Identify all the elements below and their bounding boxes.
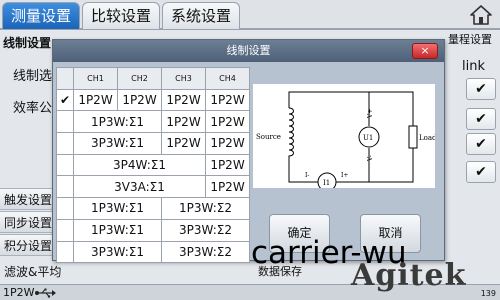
link-checkbox-4[interactable]: ✔ <box>466 161 496 183</box>
link-checkbox-2[interactable]: ✔ <box>466 108 496 130</box>
voltmeter-label: U1 <box>363 134 373 142</box>
table-cell[interactable]: 3P3W:Σ2 <box>161 218 250 242</box>
table-cell[interactable]: 1P2W <box>205 88 250 112</box>
sync-settings-button[interactable]: 同步设置 <box>0 211 58 233</box>
table-row[interactable]: 3P3W:Σ1 1P2W 1P2W <box>56 132 250 155</box>
close-button[interactable]: × <box>412 43 438 59</box>
table-cell[interactable]: 3P3W:Σ1 <box>73 132 162 155</box>
table-row[interactable]: 1P3W:Σ1 1P3W:Σ2 <box>56 197 250 220</box>
table-header-row: CH1 CH2 CH3 CH4 <box>56 67 250 90</box>
trigger-settings-button[interactable]: 触发设置 <box>0 188 58 210</box>
selected-check-icon: ✔ <box>56 88 74 112</box>
dialog-title: 线制设置 <box>53 40 444 62</box>
column-header-ch2: CH2 <box>117 67 162 90</box>
table-cell[interactable]: 1P3W:Σ1 <box>73 218 162 242</box>
tab-measurement-settings[interactable]: 测量设置 <box>2 2 80 29</box>
wiring-mode-status: 1P2W <box>3 286 35 299</box>
efficiency-label: 效率公 <box>13 101 53 116</box>
row-mark <box>56 110 74 134</box>
table-cell[interactable]: 1P2W <box>205 110 250 134</box>
integration-settings-button[interactable]: 积分设置 <box>0 234 58 256</box>
table-row[interactable]: ✔ 1P2W 1P2W 1P2W 1P2W <box>56 88 250 112</box>
table-cell[interactable]: 3V3A:Σ1 <box>73 175 206 199</box>
column-header-ch4: CH4 <box>205 67 250 90</box>
link-checkbox-3[interactable]: ✔ <box>466 133 496 155</box>
i-minus-label: I- <box>305 172 309 179</box>
row-mark <box>56 132 74 155</box>
wiring-section-header: 线制设置 <box>3 36 52 50</box>
table-cell[interactable]: 1P3W:Σ1 <box>73 110 162 134</box>
table-row[interactable]: 1P3W:Σ1 1P2W 1P2W <box>56 110 250 134</box>
wiring-settings-dialog: 线制设置 × CH1 CH2 CH3 CH4 ✔ 1P2W 1P2W 1P2W … <box>52 39 445 264</box>
tab-compare-settings[interactable]: 比较设置 <box>82 2 160 29</box>
link-label: link <box>462 59 485 74</box>
link-checkbox-1[interactable]: ✔ <box>466 78 496 100</box>
v-minus-label: V- <box>367 155 374 162</box>
table-cell[interactable]: 1P2W <box>73 88 118 112</box>
table-cell[interactable]: 1P2W <box>117 88 162 112</box>
header-corner <box>56 67 74 90</box>
v-plus-label: V+ <box>367 109 374 119</box>
i-plus-label: I+ <box>341 172 348 179</box>
usb-icon <box>35 288 56 298</box>
home-icon[interactable] <box>470 4 492 26</box>
table-cell[interactable]: 3P3W:Σ1 <box>73 240 162 264</box>
table-cell[interactable]: 1P3W:Σ2 <box>161 197 250 220</box>
table-cell[interactable]: 1P2W <box>161 88 206 112</box>
row-mark <box>56 197 74 220</box>
table-row[interactable]: 3P3W:Σ1 3P3W:Σ2 <box>56 240 250 264</box>
wiring-select-label: 线制选 <box>13 69 53 84</box>
table-row[interactable]: 3P4W:Σ1 1P2W <box>56 153 250 177</box>
row-mark <box>56 218 74 242</box>
table-cell[interactable]: 1P2W <box>161 132 206 155</box>
table-cell[interactable]: 1P2W <box>205 132 250 155</box>
row-mark <box>56 240 74 264</box>
table-row[interactable]: 3V3A:Σ1 1P2W <box>56 175 250 199</box>
table-cell[interactable]: 1P2W <box>205 153 250 177</box>
load-label: Load <box>419 134 435 142</box>
wiring-table: CH1 CH2 CH3 CH4 ✔ 1P2W 1P2W 1P2W 1P2W 1P… <box>56 67 250 264</box>
table-cell[interactable]: 1P2W <box>205 175 250 199</box>
row-mark <box>56 175 74 199</box>
page-number: 139 <box>480 289 496 298</box>
tab-system-settings[interactable]: 系统设置 <box>162 2 240 29</box>
filter-average-label[interactable]: 滤波&平均 <box>4 263 61 280</box>
range-section-header: 量程设置 <box>448 33 492 46</box>
ammeter-label: I1 <box>323 179 330 187</box>
table-cell[interactable]: 1P2W <box>161 110 206 134</box>
watermark-logo: Agitek <box>351 258 467 293</box>
table-cell[interactable]: 3P3W:Σ2 <box>161 240 250 264</box>
column-header-ch3: CH3 <box>161 67 206 90</box>
wiring-diagram: Source Load U1 I1 V+ V- I- I+ <box>253 84 435 188</box>
table-row[interactable]: 1P3W:Σ1 3P3W:Σ2 <box>56 218 250 242</box>
row-mark <box>56 153 74 177</box>
table-cell[interactable]: 1P3W:Σ1 <box>73 197 162 220</box>
tab-bar: 测量设置 比较设置 系统设置 <box>0 0 500 30</box>
column-header-ch1: CH1 <box>73 67 118 90</box>
table-cell[interactable]: 3P4W:Σ1 <box>73 153 206 177</box>
source-label: Source <box>256 133 281 141</box>
